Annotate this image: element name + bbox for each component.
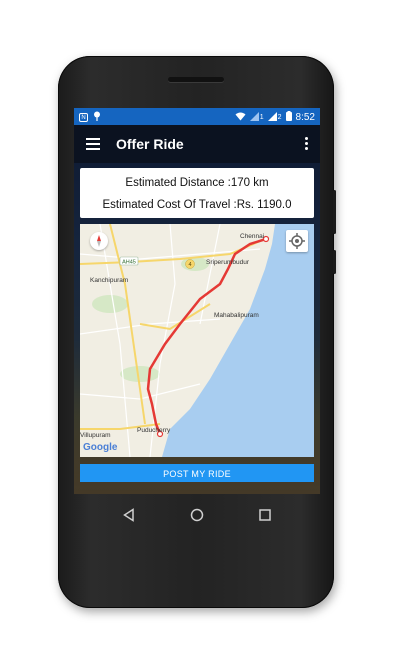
map-label-puducherry: Puducherry [137, 427, 171, 434]
estimated-cost: Estimated Cost Of Travel :Rs. 1190.0 [102, 199, 292, 211]
route-map[interactable]: AH45 4 Chennai Sriperumbudur Kanchipuram… [80, 224, 314, 457]
compass-icon[interactable] [90, 232, 108, 250]
map-canvas: AH45 4 Chennai Sriperumbudur Kanchipuram… [80, 224, 314, 457]
route-start-marker [262, 235, 270, 243]
volume-button [333, 190, 336, 234]
map-label-sriperumbudur: Sriperumbudur [206, 259, 250, 266]
post-my-ride-button[interactable]: POST MY RIDE [80, 464, 314, 482]
sim1-label: 1 [259, 113, 264, 121]
map-label-mahabalipuram: Mahabalipuram [214, 312, 259, 319]
map-label-kanchipuram: Kanchipuram [90, 277, 128, 284]
notification-n-icon: N [79, 112, 88, 122]
earpiece-speaker [168, 77, 224, 82]
back-triangle-icon[interactable] [122, 508, 136, 527]
power-button [333, 250, 336, 274]
navigation-bar [74, 494, 320, 540]
recents-square-icon[interactable] [258, 508, 272, 527]
app-bar: Offer Ride [74, 125, 320, 163]
map-label-chennai: Chennai [240, 233, 264, 240]
hamburger-icon[interactable] [86, 138, 100, 150]
pin-icon [93, 111, 101, 123]
map-label-villupuram: Villupuram [80, 432, 111, 439]
ride-info-card: Estimated Distance :170 km Estimated Cos… [80, 168, 314, 218]
phone-screen: N 1 2 8:52 Offer Ride Estimated Distance… [74, 108, 320, 494]
wifi-icon [235, 112, 246, 123]
estimated-distance: Estimated Distance :170 km [125, 177, 269, 189]
more-vert-icon[interactable] [305, 137, 308, 152]
status-time: 8:52 [295, 111, 315, 123]
battery-icon [285, 111, 292, 123]
my-location-icon[interactable] [286, 230, 308, 252]
highway-label: AH45 [122, 260, 136, 266]
home-circle-icon[interactable] [190, 508, 204, 527]
road-number: 4 [188, 262, 191, 268]
page-title: Offer Ride [116, 136, 184, 152]
google-attribution: Google [83, 442, 118, 453]
signal-2-icon [267, 111, 277, 123]
status-bar: N 1 2 8:52 [74, 108, 320, 125]
signal-1-icon [249, 111, 259, 123]
sim2-label: 2 [277, 113, 282, 121]
